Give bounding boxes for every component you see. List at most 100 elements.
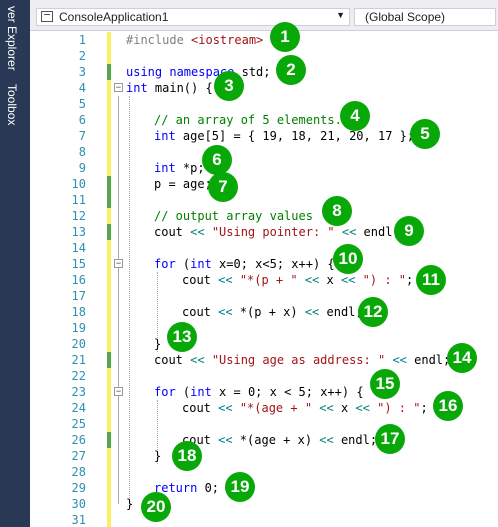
change-marker: [107, 352, 111, 368]
change-marker: [107, 176, 111, 208]
line-number: 17: [71, 289, 86, 303]
navigation-bar: ConsoleApplication1 ▼ (Global Scope): [30, 0, 498, 31]
line-number: 15: [71, 257, 86, 271]
project-dropdown[interactable]: ConsoleApplication1 ▼: [36, 8, 350, 26]
line-number: 3: [78, 65, 86, 79]
scope-dropdown[interactable]: (Global Scope): [354, 8, 496, 26]
line-number: 26: [71, 433, 86, 447]
code-token: (: [175, 257, 191, 271]
code-line-24: cout << "*(age + " << x << ") : ";: [182, 401, 428, 415]
annotation-badge: 11: [416, 265, 446, 295]
code-token: endl;: [333, 433, 378, 447]
code-line-26: cout << *(age + x) << endl;: [182, 433, 377, 447]
annotation-badge: 14: [447, 343, 477, 373]
toolbox-tab[interactable]: Toolbox: [5, 84, 19, 125]
code-token: <<: [304, 305, 320, 319]
line-number: 1: [78, 33, 86, 47]
code-line-6: // an array of 5 elements.: [154, 113, 342, 127]
change-marker: [107, 368, 111, 432]
annotation-badge: 4: [340, 101, 370, 131]
code-token: main() {: [147, 81, 213, 95]
change-marker: [107, 32, 111, 64]
code-token: }: [154, 337, 162, 351]
code-token: ") : ": [362, 273, 407, 287]
code-token: x = 0; x < 5; x++) {: [211, 385, 364, 399]
code-token: "Using pointer: ": [211, 225, 335, 239]
collapse-toggle-for1[interactable]: −: [114, 259, 123, 269]
code-line-21: cout << "Using age as address: " << endl…: [154, 353, 450, 367]
change-marker: [107, 448, 111, 527]
annotation-badge: 3: [214, 71, 244, 101]
code-token: // an array of 5 elements.: [154, 113, 342, 127]
code-token: // output array values: [154, 209, 313, 223]
code-token: "*(p + ": [239, 273, 298, 287]
code-token: using: [126, 65, 163, 79]
code-token: <<: [319, 433, 334, 447]
annotation-badge: 2: [276, 55, 306, 85]
line-number: 29: [71, 481, 86, 495]
code-token: int: [154, 161, 176, 175]
line-number: 6: [78, 113, 86, 127]
code-token: <<: [218, 433, 233, 447]
code-token: ;: [420, 401, 428, 415]
change-marker: [107, 240, 111, 352]
code-token: <iostream>: [191, 33, 264, 47]
code-token: <<: [341, 225, 357, 239]
annotation-badge: 9: [394, 216, 424, 246]
code-token: int: [126, 81, 148, 95]
code-token: <<: [319, 401, 334, 415]
collapse-toggle-main[interactable]: −: [114, 83, 123, 93]
code-token: <<: [218, 273, 233, 287]
server-explorer-tab[interactable]: ver Explorer: [5, 6, 19, 71]
code-line-29: return 0;: [154, 481, 219, 495]
annotation-badge: 12: [358, 297, 388, 327]
line-number: 16: [71, 273, 86, 287]
change-marker: [107, 64, 111, 80]
line-number: 9: [78, 161, 86, 175]
code-token: "Using age as address: ": [211, 353, 386, 367]
code-token: <<: [190, 353, 205, 367]
code-line-15: for (int x=0; x<5; x++) {: [154, 257, 335, 271]
collapse-toggle-for2[interactable]: −: [114, 387, 123, 397]
code-token: }: [126, 497, 134, 511]
line-number: 14: [71, 241, 86, 255]
code-token: <<: [190, 225, 205, 239]
line-number: 13: [71, 225, 86, 239]
code-line-20: }: [154, 337, 161, 351]
code-token: <<: [218, 305, 233, 319]
code-token: int: [190, 257, 212, 271]
code-token: cout: [154, 353, 191, 367]
code-token: p = age;: [154, 177, 212, 191]
annotation-badge: 13: [167, 322, 197, 352]
code-line-16: cout << "*(p + " << x << ") : ";: [182, 273, 413, 287]
code-token: *p;: [175, 161, 205, 175]
line-number: 20: [71, 337, 86, 351]
code-token: endl;: [319, 305, 363, 319]
code-token: *(p + x): [232, 305, 305, 319]
scope-name: (Global Scope): [365, 10, 446, 24]
code-token: x=0; x<5; x++) {: [211, 257, 335, 271]
code-line-9: int *p;: [154, 161, 205, 175]
code-line-1: #include <iostream>: [126, 33, 263, 47]
line-number: 27: [71, 449, 86, 463]
line-number: 28: [71, 465, 86, 479]
code-token: "*(age + ": [239, 401, 313, 415]
code-token: int: [154, 129, 176, 143]
code-line-13: cout << "Using pointer: " << endl;: [154, 225, 400, 239]
annotation-badge: 20: [141, 492, 171, 522]
annotation-badge: 16: [433, 391, 463, 421]
annotation-badge: 8: [322, 196, 352, 226]
code-token: int: [190, 385, 212, 399]
change-marker: [107, 80, 111, 176]
line-number: 11: [71, 193, 86, 207]
annotation-badge: 17: [375, 424, 405, 454]
line-number: 22: [71, 369, 86, 383]
line-number: 25: [71, 417, 86, 431]
chevron-down-icon[interactable]: ▼: [336, 10, 345, 20]
